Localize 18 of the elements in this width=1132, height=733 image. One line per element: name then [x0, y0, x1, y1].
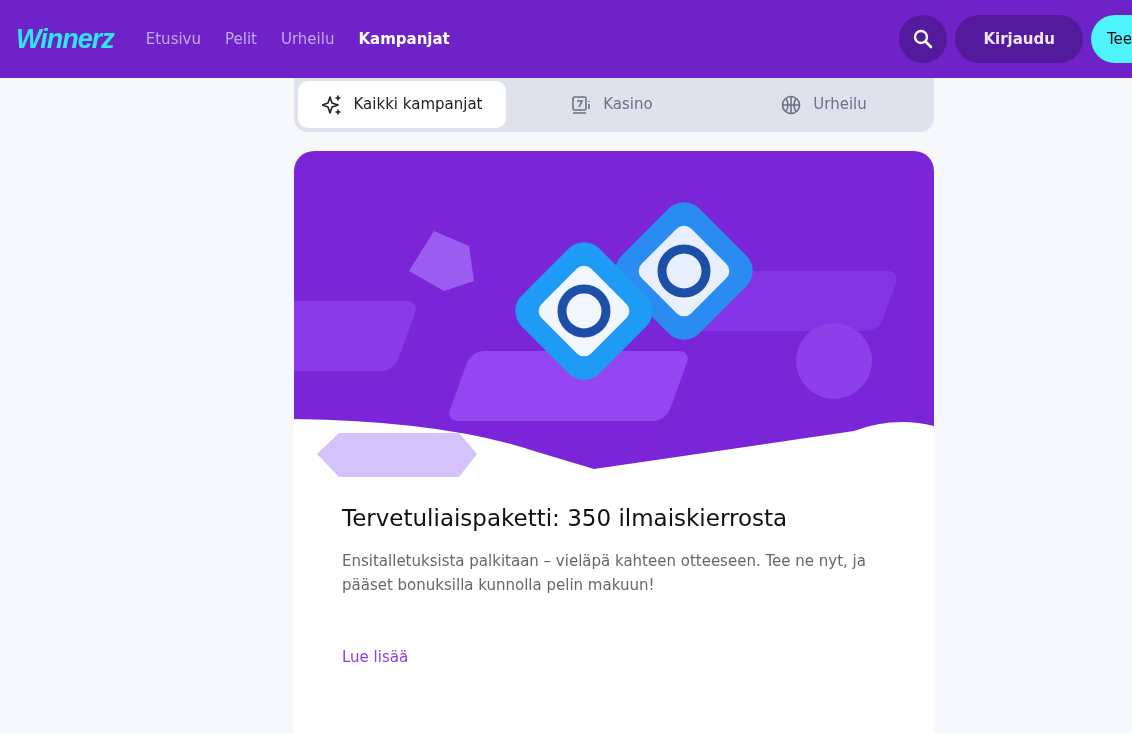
nav-link[interactable]: Urheilu — [280, 27, 335, 51]
basketball-icon — [781, 94, 802, 115]
search-button[interactable] — [899, 15, 948, 63]
filter-tab[interactable]: Kasino — [506, 81, 718, 128]
promo-title: Tervetuliaispaketti: 350 ilmaiskierrosta — [342, 505, 789, 533]
nav-link[interactable]: Kampanjat — [358, 27, 450, 51]
logo[interactable]: Winnerz — [16, 18, 114, 60]
filter-tab[interactable]: Kaikki kampanjat — [298, 81, 506, 128]
search-icon — [913, 29, 934, 49]
read-more-link[interactable]: Lue lisää — [342, 647, 409, 666]
register-button[interactable]: Tee — [1090, 15, 1132, 63]
sparkle-icon — [321, 94, 342, 115]
promo-description: Ensitalletuksista palkitaan – vieläpä kahteen otteeseen. Tee ne nyt, ja pääset bonuksilla kunnolla pelin makuun! — [342, 550, 867, 596]
nav-link[interactable]: Pelit — [225, 27, 257, 51]
filter-tab[interactable]: Urheilu — [718, 81, 930, 128]
nav-link[interactable]: Etusivu — [145, 27, 201, 51]
login-button[interactable]: Kirjaudu — [955, 15, 1083, 63]
slot-machine-icon — [571, 94, 592, 115]
